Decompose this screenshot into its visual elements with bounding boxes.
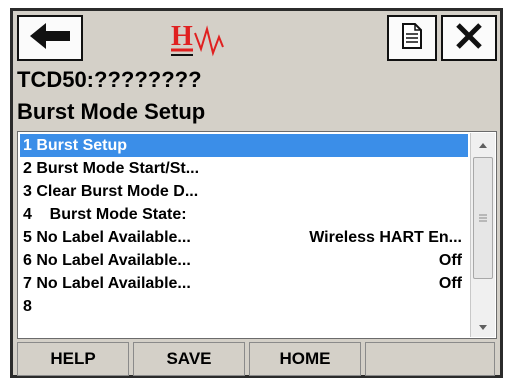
menu-rows: 1 Burst Setup 2 Burst Mode Start/St... 3… [20, 134, 468, 318]
list-item-label: 8 [23, 298, 32, 315]
chevron-down-icon [479, 317, 487, 335]
page-title: Burst Mode Setup [17, 99, 206, 124]
save-button[interactable]: SAVE [133, 342, 245, 376]
list-item[interactable]: 3 Clear Burst Mode D... [20, 180, 468, 203]
grip-icon [479, 209, 487, 227]
menu-list[interactable]: 1 Burst Setup 2 Burst Mode Start/St... 3… [17, 131, 497, 339]
scroll-thumb[interactable] [473, 157, 493, 279]
list-item-label: 6 No Label Available... [23, 252, 191, 269]
list-item-label: 3 Clear Burst Mode D... [23, 183, 199, 200]
help-button[interactable]: HELP [17, 342, 129, 376]
bottom-toolbar: HELP SAVE HOME [13, 342, 500, 378]
close-icon [454, 21, 484, 56]
list-item[interactable]: 4 Burst Mode State: [20, 203, 468, 226]
list-item[interactable]: 6 No Label Available... Off [20, 249, 468, 272]
document-button[interactable] [387, 15, 437, 61]
app-window: H TCD50:???????? Burst Mode Setup 1 Burs… [10, 8, 503, 378]
arrow-left-icon [28, 21, 72, 56]
home-button[interactable]: HOME [249, 342, 361, 376]
top-toolbar: H [13, 11, 500, 66]
vertical-scrollbar[interactable] [470, 133, 495, 337]
list-item[interactable]: 1 Burst Setup [20, 134, 468, 157]
list-item-label: 1 Burst Setup [23, 137, 128, 154]
chevron-up-icon [479, 135, 487, 153]
list-item-value: Off [438, 252, 462, 269]
list-item-label: 4 Burst Mode State: [23, 206, 187, 223]
list-item-value: Wireless HART En... [309, 229, 462, 246]
list-item[interactable]: 2 Burst Mode Start/St... [20, 157, 468, 180]
list-item-label: 5 No Label Available... [23, 229, 191, 246]
list-item-label: 7 No Label Available... [23, 275, 191, 292]
list-item-label: 2 Burst Mode Start/St... [23, 160, 200, 177]
list-item-value: Off [438, 275, 462, 292]
list-item[interactable]: 8 [20, 295, 468, 318]
logo-letter: H [171, 21, 193, 52]
list-item[interactable]: 5 No Label Available... Wireless HART En… [20, 226, 468, 249]
back-button[interactable] [17, 15, 83, 61]
close-button[interactable] [441, 15, 497, 61]
list-item[interactable]: 7 No Label Available... Off [20, 272, 468, 295]
blank-softkey [365, 342, 495, 376]
hart-logo: H [163, 15, 243, 61]
device-name: TCD50:???????? [17, 67, 202, 92]
scroll-up-button[interactable] [471, 133, 495, 155]
document-icon [401, 22, 423, 54]
scroll-down-button[interactable] [471, 315, 495, 337]
